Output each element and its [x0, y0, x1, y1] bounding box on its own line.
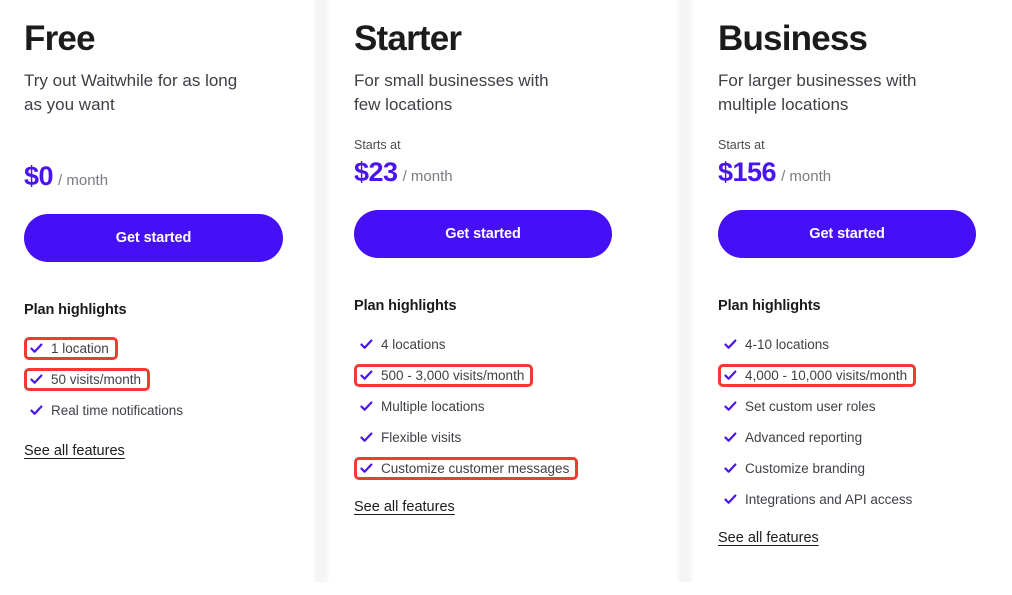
- price-row: $23 / month: [354, 156, 652, 187]
- feature-label: Customize customer messages: [381, 460, 570, 476]
- check-icon: [724, 431, 737, 444]
- check-icon: [724, 369, 737, 382]
- get-started-button[interactable]: Get started: [354, 210, 612, 258]
- feature-item: Real time notifications: [24, 399, 192, 422]
- feature-item: Multiple locations: [354, 395, 494, 418]
- check-icon: [360, 462, 373, 475]
- plan-card-business: Business For larger businesses with mult…: [676, 0, 1012, 595]
- plan-name: Free: [24, 19, 96, 58]
- check-icon: [360, 338, 373, 351]
- check-icon: [724, 338, 737, 351]
- feature-label: Customize branding: [745, 460, 866, 476]
- check-icon: [360, 431, 373, 444]
- check-icon: [360, 400, 373, 413]
- plan-card-free: Free Try out Waitwhile for as long as yo…: [0, 0, 312, 595]
- feature-label: Integrations and API access: [745, 491, 913, 507]
- price-period: / month: [402, 167, 453, 185]
- price-block: $0 / month: [24, 163, 288, 195]
- price-amount: $156: [718, 156, 777, 187]
- get-started-button[interactable]: Get started: [24, 214, 283, 262]
- starts-at-label: Starts at: [718, 138, 765, 152]
- price-period: / month: [58, 172, 109, 189]
- price-amount: $23: [354, 156, 398, 187]
- plan-highlights-title: Plan highlights: [718, 298, 821, 314]
- price-amount: $0: [24, 161, 54, 191]
- check-icon: [30, 342, 43, 355]
- starts-at-label: Starts at: [354, 138, 401, 152]
- feature-item: 4-10 locations: [718, 333, 838, 356]
- feature-item-highlighted: Customize customer messages: [354, 457, 579, 480]
- see-all-features-link[interactable]: See all features: [718, 530, 819, 546]
- feature-item: Integrations and API access: [718, 488, 921, 511]
- plan-card-starter: Starter For small businesses with few lo…: [312, 0, 676, 595]
- price-block: Starts at $156 / month: [718, 139, 990, 191]
- check-icon: [30, 373, 43, 386]
- feature-label: Advanced reporting: [745, 429, 863, 445]
- feature-item: Advanced reporting: [718, 426, 871, 449]
- get-started-button[interactable]: Get started: [718, 210, 976, 258]
- price-period: / month: [781, 167, 832, 185]
- plan-name: Business: [718, 19, 868, 58]
- feature-item: Set custom user roles: [718, 395, 885, 418]
- check-icon: [30, 404, 43, 417]
- check-icon: [360, 369, 373, 382]
- feature-item-highlighted: 50 visits/month: [24, 368, 151, 391]
- feature-list: 4-10 locations 4,000 - 10,000 visits/mon…: [718, 333, 990, 511]
- feature-list: 1 location 50 visits/month Real time not…: [24, 337, 288, 422]
- plan-name: Starter: [354, 19, 462, 58]
- feature-item-highlighted: 500 - 3,000 visits/month: [354, 364, 534, 387]
- plan-highlights-title: Plan highlights: [24, 302, 127, 318]
- price-row: $156 / month: [718, 156, 990, 187]
- feature-item: 1 location: [24, 337, 118, 360]
- check-icon: [724, 400, 737, 413]
- feature-item: 4 locations: [354, 333, 455, 356]
- feature-label: 4-10 locations: [745, 336, 830, 352]
- feature-label: 500 - 3,000 visits/month: [381, 367, 525, 383]
- plan-tagline: For small businesses with few locations: [354, 70, 549, 114]
- check-icon: [724, 493, 737, 506]
- feature-label: 4 locations: [381, 336, 446, 352]
- feature-label: 4,000 - 10,000 visits/month: [745, 367, 908, 383]
- see-all-features-link[interactable]: See all features: [354, 499, 455, 515]
- pricing-plans-grid: Free Try out Waitwhile for as long as yo…: [0, 0, 1012, 595]
- feature-label: 50 visits/month: [51, 371, 142, 387]
- feature-list: 4 locations 500 - 3,000 visits/month Mul…: [354, 333, 652, 480]
- feature-label: Real time notifications: [51, 402, 184, 418]
- feature-item: Customize branding: [718, 457, 874, 480]
- plan-tagline: For larger businesses with multiple loca…: [718, 70, 917, 114]
- plan-highlights-title: Plan highlights: [354, 298, 457, 314]
- price-row: $0 / month: [24, 163, 288, 190]
- price-block: Starts at $23 / month: [354, 139, 652, 191]
- feature-label: Flexible visits: [381, 429, 462, 445]
- feature-item: Flexible visits: [354, 426, 470, 449]
- feature-label: Multiple locations: [381, 398, 485, 414]
- feature-item-highlighted: 4,000 - 10,000 visits/month: [718, 364, 917, 387]
- plan-tagline: Try out Waitwhile for as long as you wan…: [24, 70, 238, 114]
- see-all-features-link[interactable]: See all features: [24, 443, 125, 459]
- feature-label: Set custom user roles: [745, 398, 876, 414]
- check-icon: [724, 462, 737, 475]
- feature-label: 1 location: [51, 340, 109, 356]
